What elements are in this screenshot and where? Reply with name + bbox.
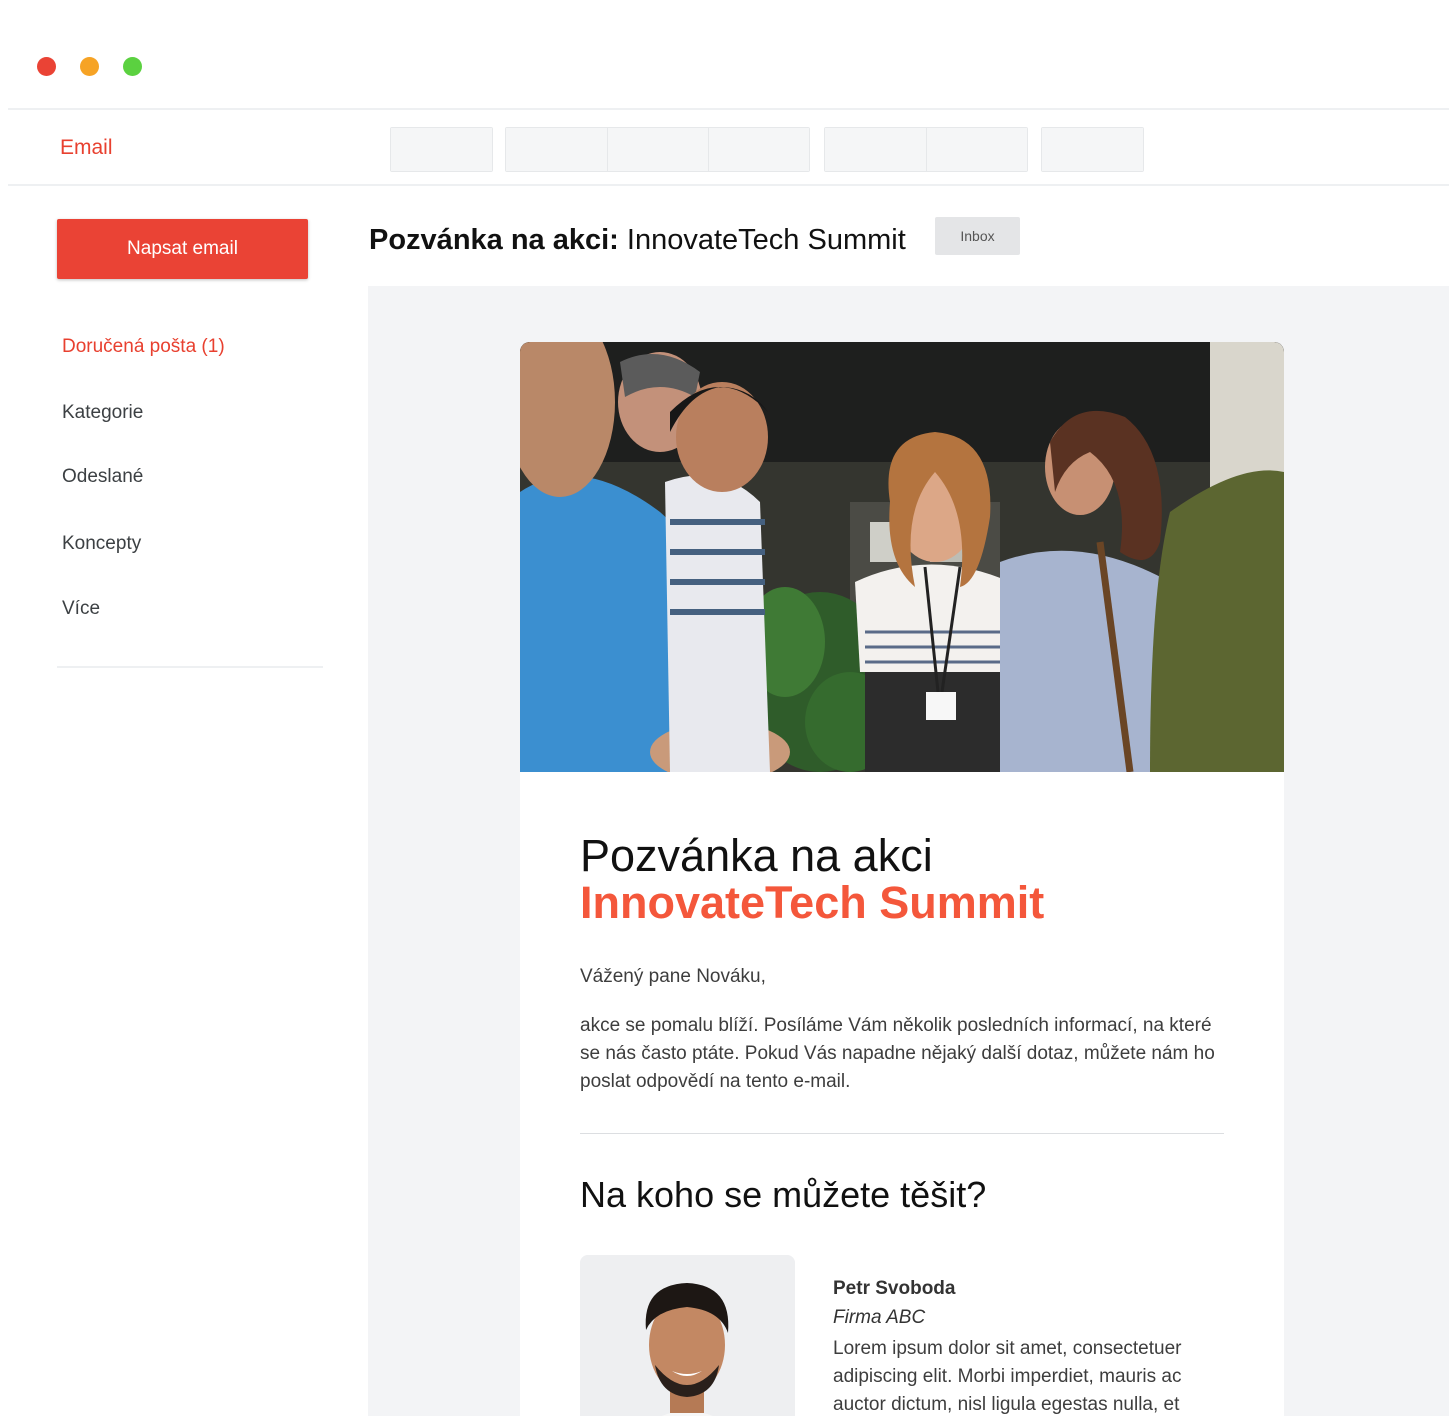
app-title: Email bbox=[60, 136, 113, 159]
toolbar-button[interactable] bbox=[506, 128, 607, 171]
toolbar-group-2 bbox=[505, 127, 810, 172]
subject-text: InnovateTech Summit bbox=[618, 224, 906, 256]
email-viewport[interactable]: Pozvánka na akci InnovateTech Summit Váž… bbox=[368, 286, 1449, 1416]
message-subject: Pozvánka na akci: InnovateTech Summit bbox=[369, 224, 906, 257]
email-heading-accent: InnovateTech Summit bbox=[580, 877, 1045, 928]
hero-image bbox=[520, 342, 1284, 772]
close-window-button[interactable] bbox=[37, 57, 56, 76]
sidebar-item-inbox[interactable]: Doručená pošta (1) bbox=[62, 336, 225, 358]
email-greeting: Vážený pane Nováku, bbox=[580, 966, 766, 987]
window-titlebar bbox=[8, 0, 1449, 110]
sidebar-item-sent[interactable]: Odeslané bbox=[62, 466, 143, 488]
toolbar-button[interactable] bbox=[607, 128, 708, 171]
toolbar-group-1 bbox=[390, 127, 493, 172]
sidebar-item-categories[interactable]: Kategorie bbox=[62, 402, 143, 424]
content-divider bbox=[580, 1133, 1224, 1134]
email-paragraph: akce se pomalu blíží. Posíláme Vám někol… bbox=[580, 1015, 1215, 1092]
email-card: Pozvánka na akci InnovateTech Summit Váž… bbox=[520, 342, 1284, 1416]
sidebar-item-more[interactable]: Více bbox=[62, 598, 100, 620]
maximize-window-button[interactable] bbox=[123, 57, 142, 76]
toolbar-group-4 bbox=[1041, 127, 1144, 172]
sidebar-item-drafts[interactable]: Koncepty bbox=[62, 533, 141, 555]
toolbar-group-3 bbox=[824, 127, 1028, 172]
toolbar-button[interactable] bbox=[1042, 128, 1143, 171]
hero-illustration bbox=[520, 342, 1284, 772]
toolbar-button[interactable] bbox=[926, 128, 1027, 171]
toolbar-button[interactable] bbox=[825, 128, 926, 171]
toolbar-button[interactable] bbox=[708, 128, 809, 171]
folder-badge[interactable]: Inbox bbox=[935, 217, 1020, 255]
minimize-window-button[interactable] bbox=[80, 57, 99, 76]
email-heading: Pozvánka na akci bbox=[580, 830, 933, 881]
speaker-photo bbox=[580, 1255, 795, 1416]
speaker-company: Firma ABC bbox=[833, 1307, 926, 1328]
sidebar-divider bbox=[57, 666, 323, 668]
speaker-avatar bbox=[580, 1255, 795, 1416]
section-heading: Na koho se můžete těšit? bbox=[580, 1174, 987, 1215]
speaker-bio: Lorem ipsum dolor sit amet, consectetuer… bbox=[833, 1338, 1182, 1415]
compose-button[interactable]: Napsat email bbox=[57, 219, 308, 279]
toolbar: Email bbox=[8, 111, 1449, 186]
subject-prefix: Pozvánka na akci: bbox=[369, 224, 619, 256]
email-client-window: Email Napsat email Doručená pošta (1) Ka… bbox=[0, 0, 1455, 1421]
speaker-name: Petr Svoboda bbox=[833, 1278, 956, 1299]
toolbar-button[interactable] bbox=[391, 128, 492, 171]
